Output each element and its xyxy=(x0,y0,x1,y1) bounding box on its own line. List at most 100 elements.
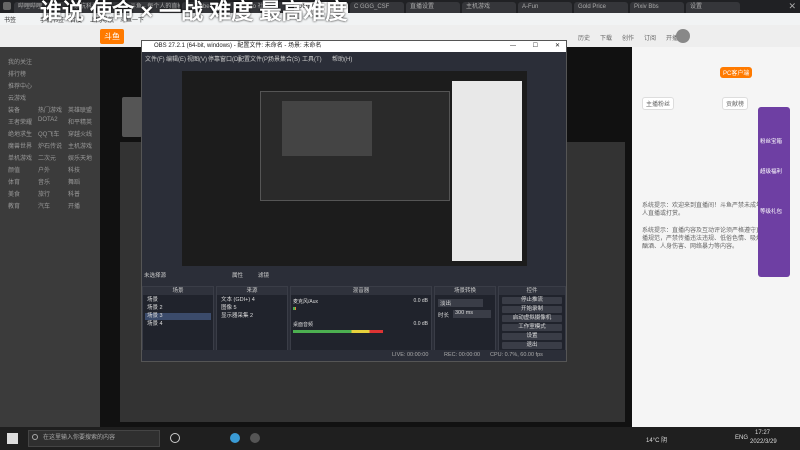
user-avatar[interactable] xyxy=(676,29,690,43)
control-button[interactable]: 停止推流 xyxy=(502,297,562,304)
obs-taskbar-icon[interactable] xyxy=(250,433,260,443)
clock-date[interactable]: 2022/3/29 xyxy=(750,439,777,445)
left-nav-item[interactable]: 体育 xyxy=(8,177,20,186)
promo-item[interactable]: 超级福利 xyxy=(760,167,782,175)
dock-title: 控件 xyxy=(499,287,565,295)
left-nav-item[interactable]: 炉石传说 xyxy=(38,141,62,150)
left-nav-item[interactable]: 科技 xyxy=(68,165,80,174)
clock-time[interactable]: 17:27 xyxy=(755,430,770,436)
left-nav-item[interactable]: 排行榜 xyxy=(8,69,26,78)
obs-menu-item[interactable]: 配置文件(P) xyxy=(238,54,270,63)
obs-menu-item[interactable]: 视图(V) xyxy=(187,54,207,63)
left-nav-item[interactable]: 舞蹈 xyxy=(68,177,80,186)
scene-item[interactable]: 场景 4 xyxy=(145,321,211,328)
scene-item[interactable]: 场景 3 xyxy=(145,313,211,320)
left-nav-item[interactable]: 旅行 xyxy=(38,189,50,198)
site-logo[interactable]: 斗鱼 xyxy=(100,29,124,44)
left-nav-item[interactable]: 绝地求生 xyxy=(8,129,32,138)
control-button[interactable]: 退出 xyxy=(502,342,562,349)
scenes-dock: 场景 场景 场景 2 场景 3 场景 4 xyxy=(142,286,214,351)
obs-preview[interactable] xyxy=(182,71,527,266)
browser-tab[interactable]: 主机游戏 xyxy=(462,2,516,13)
pc-client-badge[interactable]: PC客户端 xyxy=(720,67,753,78)
control-button[interactable]: 工作室模式 xyxy=(502,324,562,331)
mixer-meter xyxy=(293,330,383,333)
left-nav-item[interactable]: 美食 xyxy=(8,189,20,198)
scene-item[interactable]: 场景 2 xyxy=(145,305,211,312)
windows-start-icon[interactable] xyxy=(7,433,18,444)
transition-select[interactable]: 淡出 xyxy=(438,299,483,307)
left-nav-item[interactable]: 和平精英 xyxy=(68,117,92,126)
browser-tab[interactable]: 直播设置 xyxy=(406,2,460,13)
obs-menu-item[interactable]: 帮助(H) xyxy=(332,54,352,63)
source-item[interactable]: 文本 (GDI+) 4 xyxy=(219,297,285,304)
chat-message: 系统提示：直播内容及互动评论须严格遵守直播规范，严禁传播违法违规、低俗色情、吸烟… xyxy=(642,228,763,250)
dock-title: 场景 xyxy=(143,287,213,295)
fans-tab[interactable]: 主播粉丝 xyxy=(642,97,675,110)
header-nav-item[interactable]: 创作 xyxy=(622,33,634,42)
left-nav-item[interactable]: 娱乐天地 xyxy=(68,153,92,162)
left-nav-item[interactable]: 颜值 xyxy=(8,165,20,174)
browser-tab[interactable]: A-Fun xyxy=(518,2,572,13)
obs-menu-item[interactable]: 场景集合(S) xyxy=(268,54,300,63)
browser-tab[interactable]: Gold Price xyxy=(574,2,628,13)
properties-button[interactable]: 属性 xyxy=(232,271,243,279)
left-nav-item[interactable]: 热门游戏 xyxy=(38,105,62,114)
lang-indicator[interactable]: ENG xyxy=(735,435,748,441)
mixer-channel-db: 0.0 dB xyxy=(413,321,428,327)
close-icon[interactable]: ✕ xyxy=(555,41,560,52)
browser-tab[interactable]: Pixiv Bbs xyxy=(630,2,684,13)
minimize-icon[interactable]: — xyxy=(510,41,516,52)
left-nav-item[interactable]: 二次元 xyxy=(38,153,56,162)
duration-input[interactable]: 300 ms xyxy=(453,310,491,318)
browser-tab[interactable]: 设置 xyxy=(686,2,740,13)
streamer-thumb[interactable] xyxy=(122,97,142,137)
obs-menu-item[interactable]: 工具(T) xyxy=(302,54,322,63)
obs-menu-item[interactable]: 编辑(E) xyxy=(166,54,186,63)
maximize-icon[interactable]: ☐ xyxy=(533,41,538,52)
source-item[interactable]: 显示器采集 2 xyxy=(219,313,285,320)
edge-icon[interactable] xyxy=(230,433,240,443)
header-nav-item[interactable]: 订阅 xyxy=(644,33,656,42)
duration-label: 时长 xyxy=(438,313,450,319)
window-close-icon[interactable]: ✕ xyxy=(788,1,796,12)
scene-item[interactable]: 场景 xyxy=(145,297,211,304)
left-nav-item[interactable]: 英雄联盟 xyxy=(68,105,92,114)
left-nav-item[interactable]: 装备 xyxy=(8,105,20,114)
browser-menu-icon[interactable] xyxy=(3,2,11,10)
header-nav-item[interactable]: 下载 xyxy=(600,33,612,42)
filters-button[interactable]: 滤镜 xyxy=(258,271,269,279)
left-nav-item[interactable]: 魔兽世界 xyxy=(8,141,32,150)
weather-text[interactable]: 14°C 阴 xyxy=(646,435,667,444)
taskview-icon[interactable] xyxy=(170,433,180,443)
left-nav-item[interactable]: 开播 xyxy=(68,201,80,210)
left-nav-item[interactable]: 单机游戏 xyxy=(8,153,32,162)
promo-item[interactable]: 粉丝宝箱 xyxy=(760,137,782,145)
promo-item[interactable]: 等级礼包 xyxy=(760,207,782,215)
left-nav-item[interactable]: 穿越火线 xyxy=(68,129,92,138)
left-nav-item[interactable]: 教育 xyxy=(8,201,20,210)
left-nav-item[interactable]: 王者荣耀 xyxy=(8,117,32,126)
obs-menu-item[interactable]: 停靠窗口(D) xyxy=(208,54,240,63)
left-nav-item[interactable]: 推荐中心 xyxy=(8,81,32,90)
left-nav-item[interactable]: QQ飞车 xyxy=(38,129,59,138)
stream-overlay-text: 谁说 使命 × 一战 难度 最高难度 xyxy=(40,0,348,24)
left-nav-item[interactable]: 汽车 xyxy=(38,201,50,210)
rank-tab[interactable]: 贡献榜 xyxy=(722,97,749,110)
taskbar-search-input[interactable]: 在这里输入你要搜索的内容 xyxy=(28,430,160,447)
browser-tab[interactable]: C GGG_CSF xyxy=(350,2,404,13)
bookmark-item[interactable]: 书签 xyxy=(4,15,16,24)
control-button[interactable]: 设置 xyxy=(502,333,562,340)
left-nav-item[interactable]: 科普 xyxy=(68,189,80,198)
control-button[interactable]: 开始录制 xyxy=(502,306,562,313)
control-button[interactable]: 启动虚拟摄像机 xyxy=(502,315,562,322)
obs-menu-item[interactable]: 文件(F) xyxy=(145,54,165,63)
left-nav-item[interactable]: 主机游戏 xyxy=(68,141,92,150)
left-nav-item[interactable]: DOTA2 xyxy=(38,117,58,123)
left-nav-item[interactable]: 我的关注 xyxy=(8,57,32,66)
left-nav-item[interactable]: 音乐 xyxy=(38,177,50,186)
source-item[interactable]: 图像 5 xyxy=(219,305,285,312)
header-nav-item[interactable]: 历史 xyxy=(578,33,590,42)
left-nav-item[interactable]: 云游戏 xyxy=(8,93,26,102)
left-nav-item[interactable]: 户外 xyxy=(38,165,50,174)
